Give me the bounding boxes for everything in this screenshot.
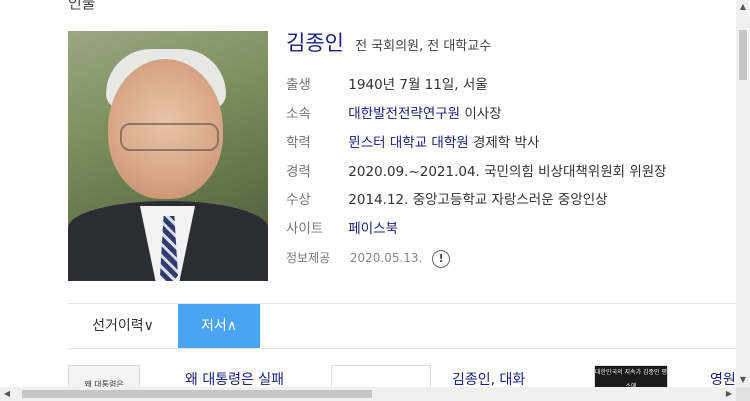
photo-glasses xyxy=(120,123,219,151)
info-key: 수상 xyxy=(286,192,311,208)
info-key: 경력 xyxy=(286,164,311,180)
scrollbar-corner xyxy=(736,387,750,401)
source-key: 정보제공 xyxy=(286,251,331,265)
info-key: 출생 xyxy=(286,77,311,93)
info-row-education: 학력 뮌스터 대학교 대학원 경제학 박사 xyxy=(286,131,539,151)
book-title[interactable]: 왜 대통령은 실패 xyxy=(185,369,284,389)
info-value: 이사장 xyxy=(464,106,502,122)
name-row: 김종인 전 국회의원, 전 대학교수 xyxy=(286,27,491,57)
horizontal-scrollbar[interactable]: ◀ ▶ xyxy=(0,387,736,401)
scroll-up-icon[interactable]: ▲ xyxy=(736,0,750,14)
scrollbar-thumb[interactable] xyxy=(739,30,747,80)
info-key: 소속 xyxy=(286,106,311,122)
section-label: 인물 xyxy=(68,0,96,12)
info-row-source: 정보제공 2020.05.13. ! xyxy=(286,249,451,268)
info-row-site: 사이트 페이스북 xyxy=(286,217,398,237)
book-title[interactable]: 김종인, 대화 xyxy=(452,369,525,389)
facebook-link[interactable]: 페이스북 xyxy=(348,221,398,237)
tab-label: 선거이력 xyxy=(92,318,144,334)
info-icon[interactable]: ! xyxy=(432,249,451,268)
info-key: 사이트 xyxy=(286,221,324,237)
profile-photo[interactable] xyxy=(68,31,268,281)
book-title[interactable]: 영원 xyxy=(710,369,736,389)
info-value: 2020.09.~2021.04. 국민의힘 비상대책위원회 위원장 xyxy=(348,164,667,180)
vertical-scrollbar[interactable]: ▲ ▼ xyxy=(736,0,750,401)
book-list: 왜 대통령은 왜 대통령은 실패 김종인, 대화 대한민국의 지속가 김종인 평… xyxy=(0,365,750,395)
info-row-career: 경력 2020.09.~2021.04. 국민의힘 비상대책위원회 위원장 xyxy=(286,160,667,180)
chevron-down-icon: ∨ xyxy=(143,318,154,334)
tab-bar: 선거이력∨ 저서∧ xyxy=(68,303,748,349)
scroll-right-icon[interactable]: ▶ xyxy=(722,387,736,401)
education-link[interactable]: 뮌스터 대학교 대학원 xyxy=(348,135,468,151)
info-row-birth: 출생 1940년 7월 11일, 서울 xyxy=(286,73,488,93)
info-value: 1940년 7월 11일, 서울 xyxy=(348,77,488,93)
chevron-up-icon: ∧ xyxy=(226,318,237,334)
info-row-award: 수상 2014.12. 중앙고등학교 자랑스러운 중앙인상 xyxy=(286,188,608,208)
person-name[interactable]: 김종인 xyxy=(286,31,344,55)
info-key: 학력 xyxy=(286,135,311,151)
info-value: 경제학 박사 xyxy=(472,135,540,151)
info-row-affiliation: 소속 대한발전전략연구원 이사장 xyxy=(286,102,502,122)
scroll-down-icon[interactable]: ▼ xyxy=(736,373,750,387)
tab-books[interactable]: 저서∧ xyxy=(178,304,260,348)
source-date: 2020.05.13. xyxy=(349,251,423,265)
scrollbar-thumb[interactable] xyxy=(22,390,372,398)
person-description: 전 국회의원, 전 대학교수 xyxy=(355,39,492,54)
tab-label: 저서 xyxy=(200,318,227,334)
tab-election-history[interactable]: 선거이력∨ xyxy=(68,304,178,348)
info-value: 2014.12. 중앙고등학교 자랑스러운 중앙인상 xyxy=(348,192,608,208)
affiliation-link[interactable]: 대한발전전략연구원 xyxy=(348,106,460,122)
scroll-left-icon[interactable]: ◀ xyxy=(0,387,14,401)
